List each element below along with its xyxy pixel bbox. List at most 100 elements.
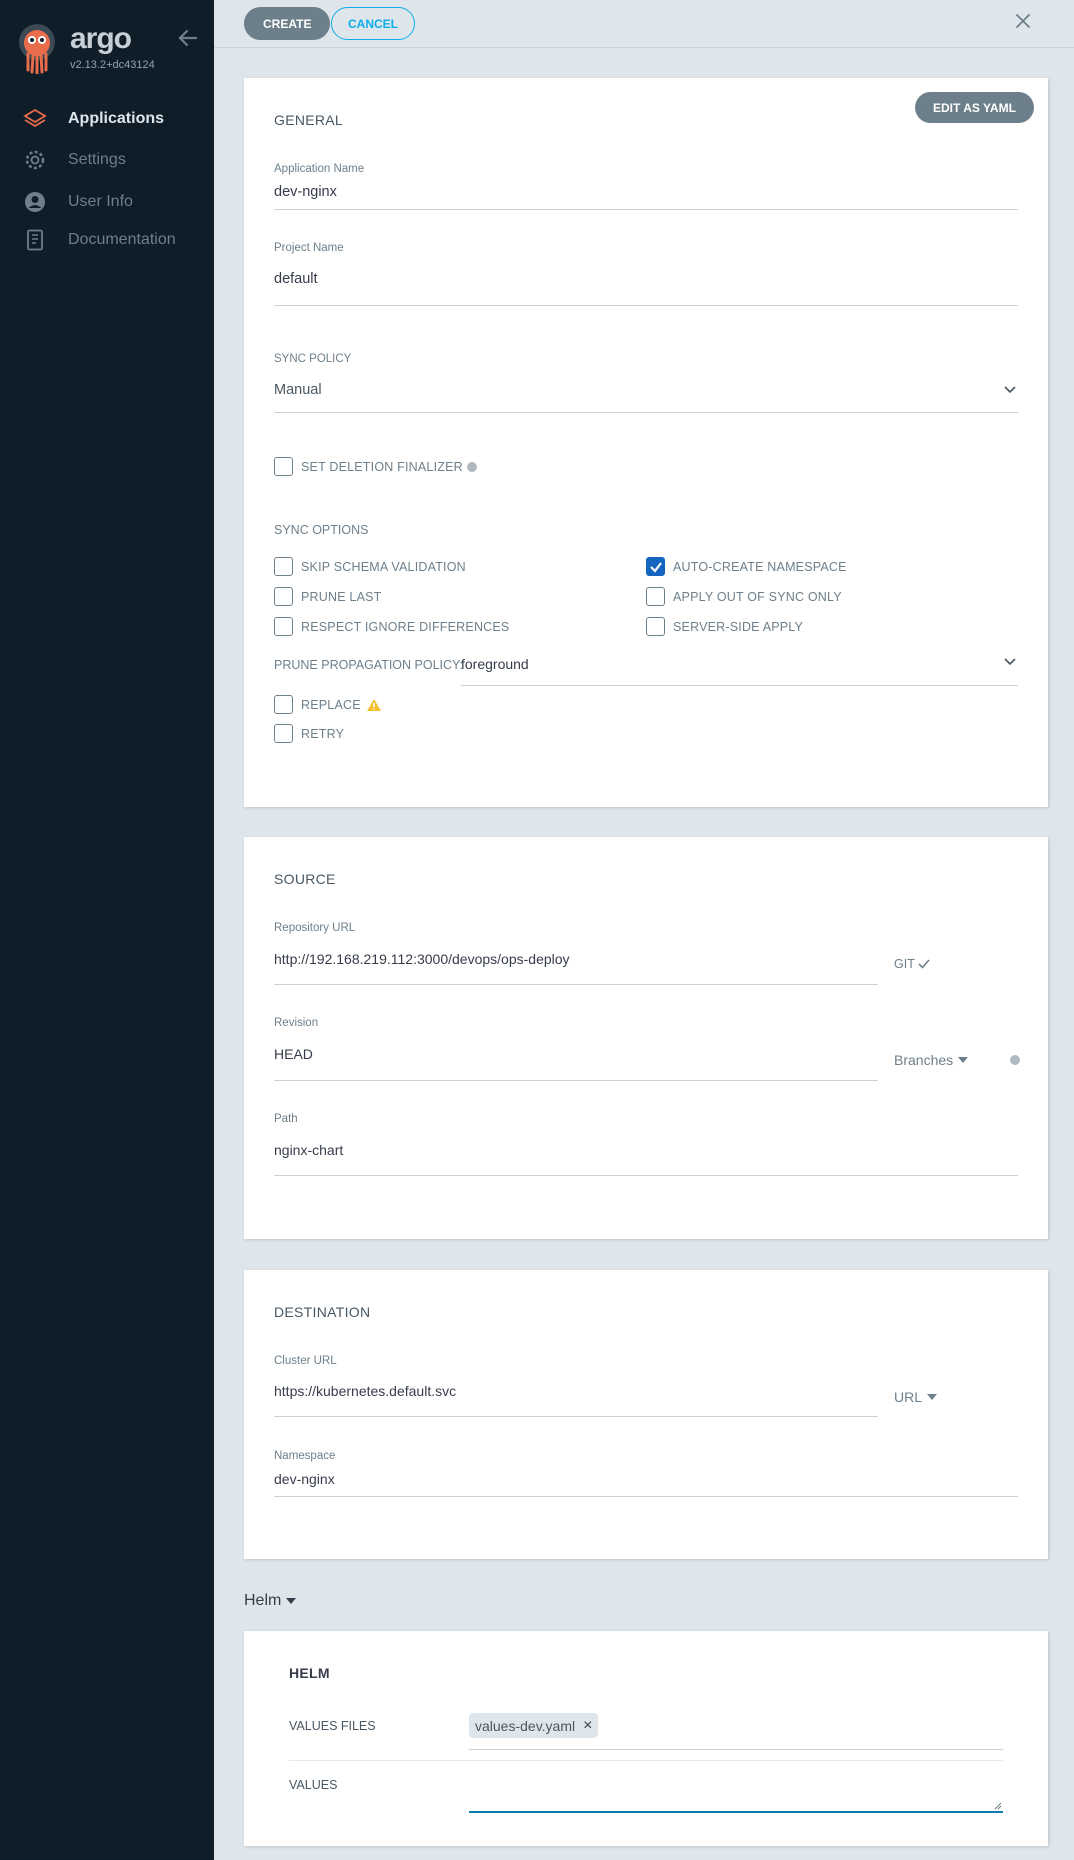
check-icon: [918, 959, 930, 969]
chevron-down-icon[interactable]: [1002, 382, 1018, 398]
cluster-mode-dropdown[interactable]: URL: [894, 1389, 938, 1405]
prune-propagation-policy-select[interactable]: foreground: [461, 656, 529, 672]
checkbox-label: PRUNE LAST: [301, 589, 382, 604]
respect-ignore-differences-checkbox[interactable]: RESPECT IGNORE DIFFERENCES: [274, 617, 509, 636]
caret-down-icon: [927, 1394, 938, 1400]
checkbox-box[interactable]: [274, 617, 293, 636]
help-icon[interactable]: [466, 461, 477, 472]
sidebar-item-label: User Info: [68, 193, 133, 210]
checkbox-box[interactable]: [274, 557, 293, 576]
collapse-arrow-icon[interactable]: [176, 26, 200, 50]
path-underline: [274, 1175, 1018, 1176]
sync-policy-underline: [274, 412, 1018, 413]
caret-down-icon: [286, 1598, 297, 1604]
cluster-url-underline: [274, 1416, 878, 1417]
project-name-underline: [274, 305, 1018, 306]
sync-policy-label: SYNC POLICY: [274, 353, 352, 365]
section-title-general: GENERAL: [274, 112, 344, 128]
argo-logo-icon: [19, 24, 55, 74]
sidebar-item-documentation[interactable]: Documentation: [22, 226, 176, 254]
help-icon[interactable]: [1010, 1055, 1020, 1065]
app-name-input[interactable]: dev-nginx: [274, 184, 337, 200]
cluster-url-input[interactable]: https://kubernetes.default.svc: [274, 1383, 456, 1399]
path-input[interactable]: nginx-chart: [274, 1142, 343, 1158]
brand-name: argo: [70, 22, 132, 55]
sidebar: argo v2.13.2+dc43124 Applications Settin…: [0, 0, 214, 1860]
cluster-url-label: Cluster URL: [274, 1355, 337, 1367]
set-deletion-finalizer-checkbox[interactable]: SET DELETION FINALIZER: [274, 457, 477, 476]
sidebar-item-settings[interactable]: Settings: [22, 146, 126, 174]
source-panel: SOURCE Repository URL http://192.168.219…: [244, 837, 1048, 1239]
version-label: v2.13.2+dc43124: [70, 59, 155, 71]
checkbox-label: SERVER-SIDE APPLY: [673, 619, 804, 634]
repository-url-label: Repository URL: [274, 922, 356, 934]
gear-icon: [22, 147, 48, 173]
values-label: VALUES: [289, 1778, 338, 1792]
helm-toggle-label: Helm: [244, 1592, 282, 1609]
create-button[interactable]: CREATE: [244, 7, 331, 40]
sidebar-item-applications[interactable]: Applications: [22, 105, 164, 133]
namespace-underline: [274, 1496, 1018, 1497]
divider: [289, 1760, 1003, 1761]
prune-policy-underline: [461, 685, 1018, 686]
repository-url-input[interactable]: http://192.168.219.112:3000/devops/ops-d…: [274, 951, 570, 967]
values-textarea[interactable]: [469, 1771, 1003, 1813]
retry-checkbox[interactable]: RETRY: [274, 724, 344, 743]
checkbox-box[interactable]: [646, 557, 665, 576]
warning-icon: [366, 698, 381, 711]
sidebar-item-user-info[interactable]: User Info: [22, 188, 133, 216]
remove-tag-icon[interactable]: ×: [583, 1717, 592, 1735]
auto-create-namespace-checkbox[interactable]: AUTO-CREATE NAMESPACE: [646, 557, 847, 576]
apply-out-of-sync-only-checkbox[interactable]: APPLY OUT OF SYNC ONLY: [646, 587, 842, 606]
checkbox-label: SKIP SCHEMA VALIDATION: [301, 559, 466, 574]
close-icon[interactable]: [1012, 10, 1034, 32]
resize-handle-icon[interactable]: [994, 1802, 1002, 1810]
revision-label: Revision: [274, 1017, 319, 1029]
checkbox-box[interactable]: [274, 695, 293, 714]
layers-icon: [22, 106, 48, 132]
cancel-button[interactable]: CANCEL: [331, 7, 415, 40]
revision-underline: [274, 1080, 878, 1081]
helm-source-type-dropdown[interactable]: Helm: [244, 1592, 297, 1610]
sync-options-title: SYNC OPTIONS: [274, 523, 369, 537]
checkbox-label: REPLACE: [301, 697, 361, 712]
revision-mode-label: Branches: [894, 1052, 954, 1068]
checkbox-label: RESPECT IGNORE DIFFERENCES: [301, 619, 510, 634]
checkbox-box[interactable]: [646, 617, 665, 636]
values-files-label: VALUES FILES: [289, 1719, 376, 1733]
revision-mode-dropdown[interactable]: Branches: [894, 1052, 969, 1068]
app-name-label: Application Name: [274, 163, 365, 175]
edit-as-yaml-button[interactable]: EDIT AS YAML: [915, 92, 1034, 123]
section-title-source: SOURCE: [274, 871, 336, 887]
repo-type-indicator[interactable]: GIT: [894, 957, 930, 971]
destination-panel: DESTINATION Cluster URL https://kubernet…: [244, 1270, 1048, 1559]
sidebar-item-label: Documentation: [68, 231, 176, 248]
prune-last-checkbox[interactable]: PRUNE LAST: [274, 587, 382, 606]
replace-checkbox[interactable]: REPLACE: [274, 695, 382, 714]
chevron-down-icon[interactable]: [1002, 654, 1018, 670]
sync-policy-select[interactable]: Manual: [274, 382, 322, 398]
helm-panel: HELM VALUES FILES values-dev.yaml × VALU…: [244, 1631, 1048, 1846]
checkbox-box[interactable]: [274, 457, 293, 476]
server-side-apply-checkbox[interactable]: SERVER-SIDE APPLY: [646, 617, 803, 636]
skip-schema-validation-checkbox[interactable]: SKIP SCHEMA VALIDATION: [274, 557, 466, 576]
checkbox-box[interactable]: [274, 587, 293, 606]
app-name-underline: [274, 209, 1018, 210]
prune-propagation-policy-label: PRUNE PROPAGATION POLICY:: [274, 658, 464, 672]
book-icon: [22, 227, 48, 253]
checkbox-box[interactable]: [274, 724, 293, 743]
values-file-tag: values-dev.yaml ×: [469, 1713, 599, 1738]
revision-input[interactable]: HEAD: [274, 1046, 313, 1062]
general-panel: EDIT AS YAML GENERAL Application Name de…: [244, 78, 1048, 807]
check-icon: [649, 561, 662, 573]
values-files-underline: [469, 1749, 1003, 1750]
user-icon: [22, 189, 48, 215]
checkbox-box[interactable]: [646, 587, 665, 606]
checkbox-label: APPLY OUT OF SYNC ONLY: [673, 589, 842, 604]
repository-url-underline: [274, 984, 878, 985]
project-name-input[interactable]: default: [274, 271, 318, 287]
namespace-input[interactable]: dev-nginx: [274, 1471, 335, 1487]
section-title-destination: DESTINATION: [274, 1304, 371, 1320]
checkbox-label: AUTO-CREATE NAMESPACE: [673, 559, 847, 574]
checkbox-label: RETRY: [301, 726, 345, 741]
